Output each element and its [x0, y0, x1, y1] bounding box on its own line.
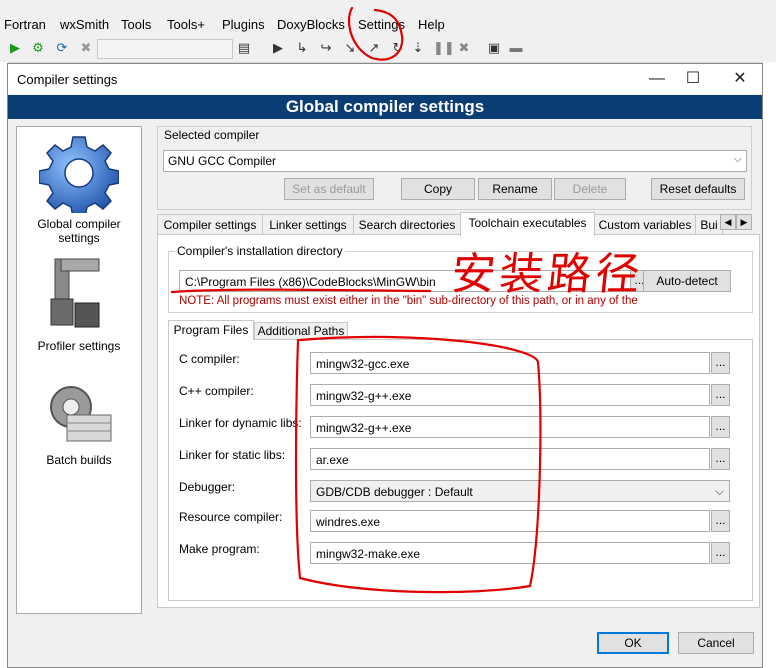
chevron-down-icon: ⌵ [733, 153, 742, 165]
static-linker-label: Linker for static libs: [179, 448, 286, 462]
debugger-value: GDB/CDB debugger : Default [316, 485, 473, 499]
cpp-compiler-browse-button[interactable]: ... [711, 384, 730, 406]
tab-scroll-left-icon[interactable]: ◀ [720, 214, 736, 230]
cpp-compiler-label: C++ compiler: [179, 384, 254, 398]
menu-help[interactable]: Help [418, 17, 445, 32]
selected-compiler-label: Selected compiler [164, 128, 260, 142]
menubar: Fortran wxSmith Tools Tools+ Plugins Dox… [0, 13, 776, 37]
tab-compiler-settings[interactable]: Compiler settings [157, 214, 263, 235]
profiler-icon [50, 258, 100, 328]
install-path-annotation-text: 安装路径 [448, 249, 647, 300]
make-program-browse-button[interactable]: ... [711, 542, 730, 564]
dialog-title: Compiler settings [17, 72, 118, 87]
auto-detect-button[interactable]: Auto-detect [643, 270, 731, 292]
c-compiler-label: C compiler: [179, 352, 240, 366]
c-compiler-value: mingw32-gcc.exe [316, 357, 410, 371]
menu-fortran[interactable]: Fortran [4, 17, 46, 32]
menu-plugins[interactable]: Plugins [222, 17, 265, 32]
menu-doxyblocks[interactable]: DoxyBlocks [277, 17, 345, 32]
compiler-select-value: GNU GCC Compiler [168, 154, 277, 168]
compiler-settings-dialog: Compiler settings — ☐ ✕ Global compiler … [7, 63, 763, 668]
debugger-select[interactable]: GDB/CDB debugger : Default ⌵ [310, 480, 730, 502]
step-out-icon[interactable]: ↗ [366, 40, 382, 56]
debug-run-icon[interactable]: ▶ [270, 40, 286, 56]
ok-button[interactable]: OK [597, 632, 669, 654]
static-linker-browse-button[interactable]: ... [711, 448, 730, 470]
rename-button[interactable]: Rename [478, 178, 552, 200]
tab-toolchain-executables[interactable]: Toolchain executables [460, 212, 595, 236]
maximize-icon[interactable]: ☐ [682, 68, 704, 90]
step-into-icon[interactable]: ↘ [342, 40, 358, 56]
tab-build-options[interactable]: Bui [695, 214, 723, 235]
gear-icon [39, 136, 119, 213]
batch-icon [50, 386, 112, 442]
delete-button[interactable]: Delete [554, 178, 626, 200]
make-program-label: Make program: [179, 542, 260, 556]
next-instruction-icon[interactable]: ↻ [390, 40, 406, 56]
menu-settings[interactable]: Settings [358, 17, 405, 32]
subtab-additional-paths[interactable]: Additional Paths [254, 322, 348, 340]
resource-compiler-value: windres.exe [316, 515, 381, 529]
dialog-titlebar: Compiler settings — ☐ ✕ [8, 64, 762, 94]
editor-margin-right [762, 62, 776, 668]
subtab-program-files[interactable]: Program Files [168, 320, 254, 340]
category-global-compiler[interactable]: Global compiler settings [17, 131, 141, 245]
dialog-banner: Global compiler settings [8, 95, 762, 119]
build-target-combo[interactable] [97, 39, 233, 59]
install-dir-label: Compiler's installation directory [175, 244, 345, 258]
pause-icon[interactable]: ❚❚ [433, 40, 455, 56]
reset-defaults-button[interactable]: Reset defaults [651, 178, 745, 200]
debugger-chevron-down-icon: ⌵ [715, 484, 725, 498]
step-instruction-icon[interactable]: ⇣ [410, 40, 426, 56]
run-icon[interactable]: ▶ [7, 40, 23, 56]
dynamic-linker-label: Linker for dynamic libs: [179, 416, 302, 430]
menu-wxsmith[interactable]: wxSmith [60, 17, 109, 32]
close-icon[interactable]: ✕ [729, 68, 751, 90]
toolbar: ▶ ⚙ ⟳ ✖ ▤ ▶ ↳ ↪ ↘ ↗ ↻ ⇣ ❚❚ ✖ ▣ ▬ [0, 36, 776, 63]
dynamic-linker-browse-button[interactable]: ... [711, 416, 730, 438]
debug-windows-icon[interactable]: ▣ [486, 40, 502, 56]
cpp-compiler-value: mingw32-g++.exe [316, 389, 412, 403]
minimize-icon[interactable]: — [646, 68, 668, 90]
target-options-icon[interactable]: ▤ [236, 40, 252, 56]
cpp-compiler-input[interactable]: mingw32-g++.exe [310, 384, 710, 406]
set-default-button[interactable]: Set as default [284, 178, 374, 200]
tab-search-directories[interactable]: Search directories [353, 214, 461, 235]
build-run-icon[interactable]: ⚙ [30, 40, 46, 56]
category-profiler-label: Profiler settings [37, 339, 121, 353]
tab-custom-variables[interactable]: Custom variables [594, 214, 696, 235]
menu-tools[interactable]: Tools [121, 17, 151, 32]
c-compiler-input[interactable]: mingw32-gcc.exe [310, 352, 710, 374]
c-compiler-browse-button[interactable]: ... [711, 352, 730, 374]
static-linker-value: ar.exe [316, 453, 349, 467]
cancel-button[interactable]: Cancel [678, 632, 754, 654]
run-to-cursor-icon[interactable]: ↳ [294, 40, 310, 56]
menu-tools-plus[interactable]: Tools+ [167, 17, 205, 32]
resource-compiler-browse-button[interactable]: ... [711, 510, 730, 532]
tab-linker-settings[interactable]: Linker settings [262, 214, 354, 235]
settings-category-panel: Global compiler settings Profiler settin… [16, 126, 142, 614]
info-icon[interactable]: ▬ [508, 40, 524, 56]
static-linker-input[interactable]: ar.exe [310, 448, 710, 470]
category-batch-builds[interactable]: Batch builds [17, 383, 141, 473]
resource-compiler-input[interactable]: windres.exe [310, 510, 710, 532]
category-global-compiler-label: Global compiler settings [37, 217, 121, 245]
make-program-input[interactable]: mingw32-make.exe [310, 542, 710, 564]
compiler-select[interactable]: GNU GCC Compiler ⌵ [163, 150, 747, 172]
tab-scroll-right-icon[interactable]: ▶ [736, 214, 752, 230]
dynamic-linker-input[interactable]: mingw32-g++.exe [310, 416, 710, 438]
stop-icon[interactable]: ✖ [456, 40, 472, 56]
debugger-label: Debugger: [179, 480, 236, 494]
rebuild-icon[interactable]: ⟳ [54, 40, 70, 56]
make-program-value: mingw32-make.exe [316, 547, 421, 561]
category-profiler[interactable]: Profiler settings [17, 255, 141, 355]
category-batch-builds-label: Batch builds [46, 453, 112, 467]
abort-icon[interactable]: ✖ [78, 40, 94, 56]
dynamic-linker-value: mingw32-g++.exe [316, 421, 412, 435]
copy-button[interactable]: Copy [401, 178, 475, 200]
next-line-icon[interactable]: ↪ [318, 40, 334, 56]
install-dir-value: C:\Program Files (x86)\CodeBlocks\MinGW\… [185, 275, 436, 289]
resource-compiler-label: Resource compiler: [179, 510, 283, 524]
